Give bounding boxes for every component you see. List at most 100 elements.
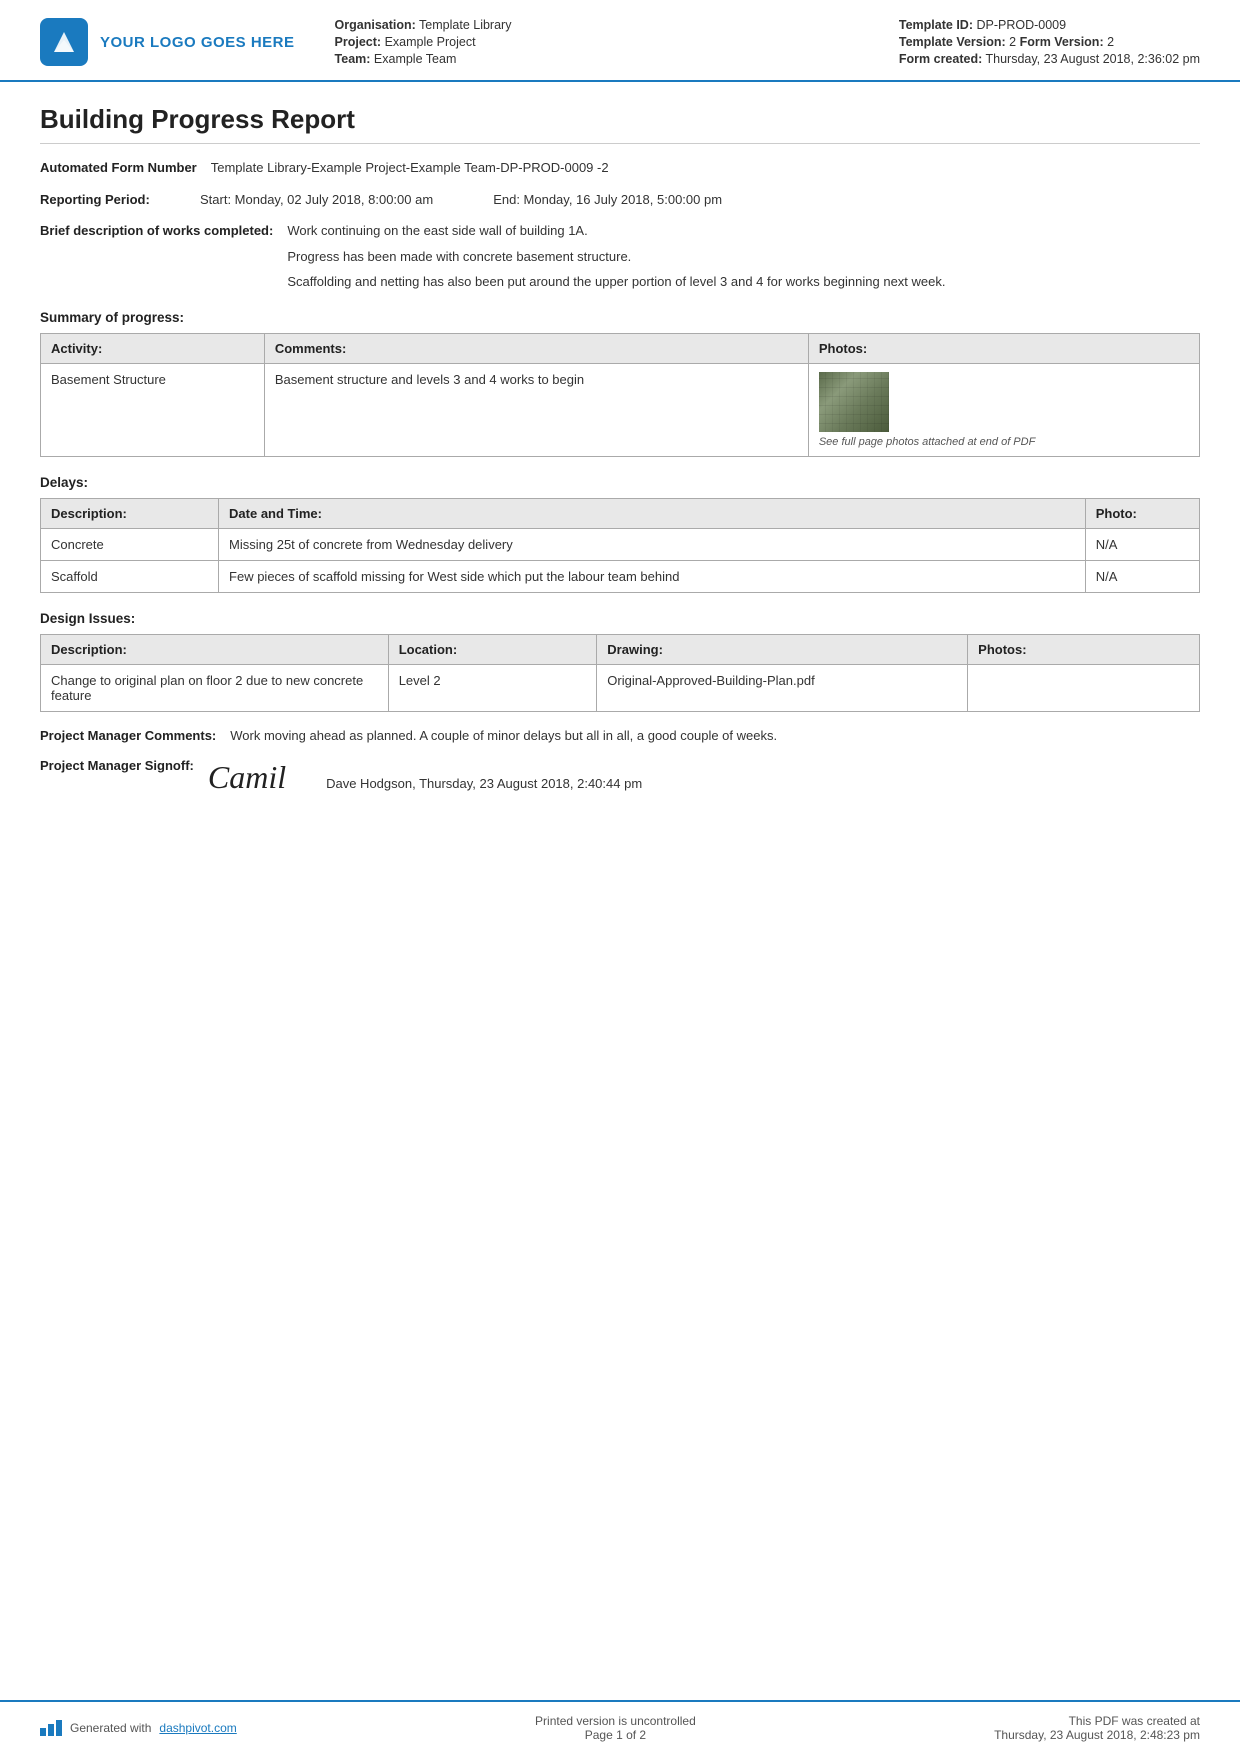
desc-line-1: Work continuing on the east side wall of… <box>287 221 1200 241</box>
form-field-description: Brief description of works completed: Wo… <box>40 221 1200 292</box>
form-created-row: Form created: Thursday, 23 August 2018, … <box>899 52 1200 66</box>
delays-col-photo: Photo: <box>1085 498 1199 528</box>
summary-section-header: Summary of progress: <box>40 310 1200 325</box>
delays-photo-1: N/A <box>1085 528 1199 560</box>
org-label: Organisation: <box>335 18 416 32</box>
reporting-period-label: Reporting Period: <box>40 190 200 209</box>
bar-3 <box>56 1720 62 1736</box>
footer-center: Printed version is uncontrolled Page 1 o… <box>535 1714 696 1742</box>
logo-icon <box>40 18 88 66</box>
project-value: Example Project <box>385 35 476 49</box>
main-content: Building Progress Report Automated Form … <box>0 82 1240 1700</box>
delays-header-row: Description: Date and Time: Photo: <box>41 498 1200 528</box>
automated-number-value: Template Library-Example Project-Example… <box>211 158 1200 178</box>
design-issues-section-header: Design Issues: <box>40 611 1200 626</box>
automated-number-label: Automated Form Number <box>40 158 211 177</box>
header: YOUR LOGO GOES HERE Organisation: Templa… <box>0 0 1240 82</box>
template-id-value: DP-PROD-0009 <box>976 18 1066 32</box>
design-drawing-1: Original-Approved-Building-Plan.pdf <box>597 664 968 711</box>
design-issues-table: Description: Location: Drawing: Photos: … <box>40 634 1200 712</box>
summary-col-activity: Activity: <box>41 333 265 363</box>
desc-line-3: Scaffolding and netting has also been pu… <box>287 272 1200 292</box>
delays-photo-2: N/A <box>1085 560 1199 592</box>
delays-col-description: Description: <box>41 498 219 528</box>
description-value: Work continuing on the east side wall of… <box>287 221 1200 292</box>
report-title: Building Progress Report <box>40 104 1200 144</box>
project-label: Project: <box>335 35 382 49</box>
delays-desc-2: Scaffold <box>41 560 219 592</box>
summary-col-comments: Comments: <box>264 333 808 363</box>
manager-comments-section: Project Manager Comments: Work moving ah… <box>40 726 1200 746</box>
header-org-row: Organisation: Template Library <box>335 18 899 32</box>
footer-left: Generated with dashpivot.com <box>40 1720 237 1736</box>
description-label: Brief description of works completed: <box>40 221 287 240</box>
design-col-photos: Photos: <box>968 634 1200 664</box>
header-logo: YOUR LOGO GOES HERE <box>40 18 295 66</box>
delays-table: Description: Date and Time: Photo: Concr… <box>40 498 1200 593</box>
header-project-row: Project: Example Project <box>335 35 899 49</box>
form-created-label: Form created: <box>899 52 982 66</box>
summary-photos-1: See full page photos attached at end of … <box>808 363 1199 456</box>
reporting-period-value: Start: Monday, 02 July 2018, 8:00:00 am … <box>200 190 1200 210</box>
summary-col-photos: Photos: <box>808 333 1199 363</box>
footer-pdf-created-value: Thursday, 23 August 2018, 2:48:23 pm <box>994 1728 1200 1742</box>
generated-text: Generated with <box>70 1721 151 1735</box>
template-id-row: Template ID: DP-PROD-0009 <box>899 18 1200 32</box>
photo-cell: See full page photos attached at end of … <box>819 372 1189 448</box>
bar-2 <box>48 1724 54 1736</box>
form-field-reporting-period: Reporting Period: Start: Monday, 02 July… <box>40 190 1200 210</box>
design-location-1: Level 2 <box>388 664 597 711</box>
design-col-description: Description: <box>41 634 389 664</box>
summary-table-header-row: Activity: Comments: Photos: <box>41 333 1200 363</box>
logo-text: YOUR LOGO GOES HERE <box>100 34 295 51</box>
design-desc-1: Change to original plan on floor 2 due t… <box>41 664 389 711</box>
period-start: Start: Monday, 02 July 2018, 8:00:00 am <box>200 190 433 210</box>
manager-comments-value: Work moving ahead as planned. A couple o… <box>230 726 1200 746</box>
form-created-value: Thursday, 23 August 2018, 2:36:02 pm <box>986 52 1201 66</box>
team-label: Team: <box>335 52 371 66</box>
delays-col-datetime: Date and Time: <box>219 498 1086 528</box>
summary-activity-1: Basement Structure <box>41 363 265 456</box>
template-version-label: Template Version: <box>899 35 1006 49</box>
header-meta: Organisation: Template Library Project: … <box>295 18 899 66</box>
design-col-location: Location: <box>388 634 597 664</box>
form-field-automated-number: Automated Form Number Template Library-E… <box>40 158 1200 178</box>
period-end: End: Monday, 16 July 2018, 5:00:00 pm <box>493 190 722 210</box>
footer-pdf-created-label: This PDF was created at <box>994 1714 1200 1728</box>
signoff-content: Camil Dave Hodgson, Thursday, 23 August … <box>208 757 642 797</box>
summary-table: Activity: Comments: Photos: Basement Str… <box>40 333 1200 457</box>
org-value: Template Library <box>419 18 511 32</box>
photo-thumbnail <box>819 372 889 432</box>
footer-page-info: Page 1 of 2 <box>535 1728 696 1742</box>
header-right: Template ID: DP-PROD-0009 Template Versi… <box>899 18 1200 66</box>
footer-right: This PDF was created at Thursday, 23 Aug… <box>994 1714 1200 1742</box>
footer-logo-bars <box>40 1720 62 1736</box>
delays-row-2: Scaffold Few pieces of scaffold missing … <box>41 560 1200 592</box>
delays-datetime-1: Missing 25t of concrete from Wednesday d… <box>219 528 1086 560</box>
manager-signoff-section: Project Manager Signoff: Camil Dave Hodg… <box>40 757 1200 797</box>
manager-comments-label: Project Manager Comments: <box>40 726 230 745</box>
signoff-name: Dave Hodgson, Thursday, 23 August 2018, … <box>326 776 642 797</box>
design-photos-1 <box>968 664 1200 711</box>
signoff-label: Project Manager Signoff: <box>40 757 208 775</box>
team-value: Example Team <box>374 52 456 66</box>
summary-row-1: Basement Structure Basement structure an… <box>41 363 1200 456</box>
footer: Generated with dashpivot.com Printed ver… <box>0 1700 1240 1754</box>
template-version-value: 2 <box>1009 35 1016 49</box>
form-version-label: Form Version: <box>1020 35 1104 49</box>
summary-comments-1: Basement structure and levels 3 and 4 wo… <box>264 363 808 456</box>
design-col-drawing: Drawing: <box>597 634 968 664</box>
delays-desc-1: Concrete <box>41 528 219 560</box>
template-id-label: Template ID: <box>899 18 973 32</box>
design-issues-header-row: Description: Location: Drawing: Photos: <box>41 634 1200 664</box>
dashpivot-link[interactable]: dashpivot.com <box>159 1721 236 1735</box>
footer-uncontrolled: Printed version is uncontrolled <box>535 1714 696 1728</box>
photo-caption: See full page photos attached at end of … <box>819 436 1035 448</box>
desc-line-2: Progress has been made with concrete bas… <box>287 247 1200 267</box>
page-wrapper: YOUR LOGO GOES HERE Organisation: Templa… <box>0 0 1240 1754</box>
signature: Camil <box>208 757 286 797</box>
delays-row-1: Concrete Missing 25t of concrete from We… <box>41 528 1200 560</box>
design-issues-row-1: Change to original plan on floor 2 due t… <box>41 664 1200 711</box>
template-version-row: Template Version: 2 Form Version: 2 <box>899 35 1200 49</box>
header-team-row: Team: Example Team <box>335 52 899 66</box>
